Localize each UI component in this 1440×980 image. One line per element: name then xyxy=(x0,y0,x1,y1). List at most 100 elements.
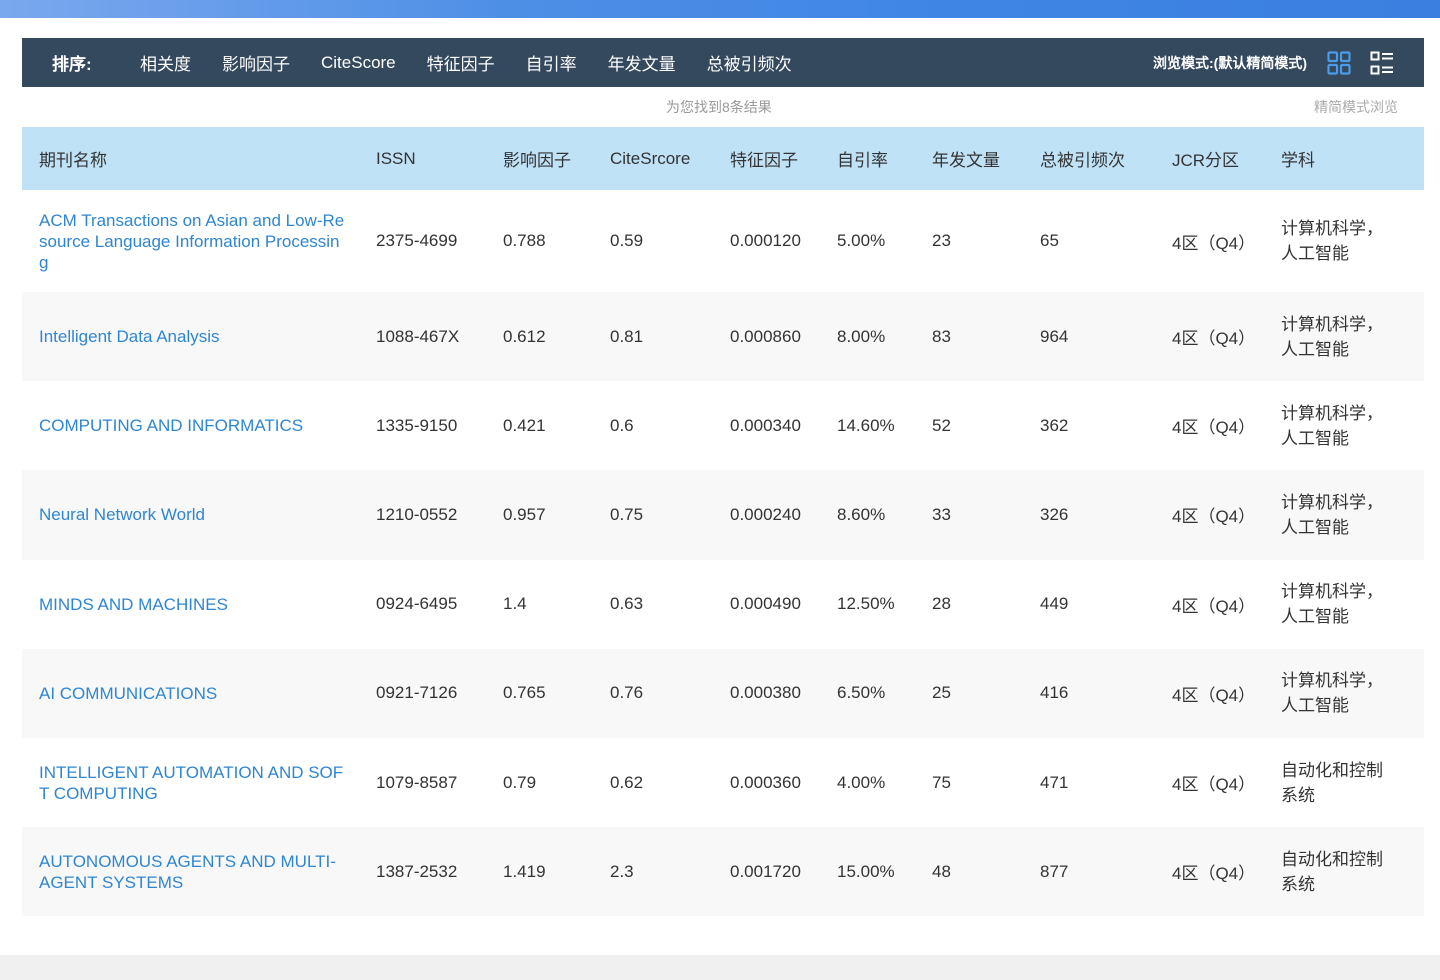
total-citations-cell: 449 xyxy=(1023,559,1155,649)
issn-cell: 1088-467X xyxy=(359,292,486,382)
impact-factor-cell: 0.79 xyxy=(486,737,593,828)
header-eigenfactor: 特征因子 xyxy=(713,127,820,190)
self-citation-cell: 12.50% xyxy=(820,559,915,649)
header-annual-articles: 年发文量 xyxy=(915,127,1023,190)
sort-label: 排序: xyxy=(52,55,92,74)
annual-articles-cell: 28 xyxy=(915,559,1023,649)
table-row: AI COMMUNICATIONS 0921-7126 0.765 0.76 0… xyxy=(22,648,1424,738)
table-row: Intelligent Data Analysis 1088-467X 0.61… xyxy=(22,292,1424,382)
table-row: ACM Transactions on Asian and Low-Resour… xyxy=(22,190,1424,292)
issn-cell: 2375-4699 xyxy=(359,190,486,292)
subject-cell: 计算机科学，人工智能 xyxy=(1264,470,1424,560)
jcr-quartile-cell: 4区（Q4） xyxy=(1155,292,1264,382)
header-citescore: CiteSrcore xyxy=(593,127,713,190)
journal-link[interactable]: AI COMMUNICATIONS xyxy=(39,683,359,704)
header-jcr-quartile: JCR分区 xyxy=(1155,127,1264,190)
eigenfactor-cell: 0.000340 xyxy=(713,381,820,471)
eigenfactor-cell: 0.000120 xyxy=(713,190,820,292)
header-total-citations: 总被引频次 xyxy=(1023,127,1155,190)
impact-factor-cell: 0.765 xyxy=(486,648,593,738)
issn-cell: 0921-7126 xyxy=(359,648,486,738)
journal-link[interactable]: Neural Network World xyxy=(39,504,359,525)
journal-table: 期刊名称 ISSN 影响因子 CiteSrcore 特征因子 自引率 年发文量 … xyxy=(22,127,1424,917)
table-row: AUTONOMOUS AGENTS AND MULTI-AGENT SYSTEM… xyxy=(22,827,1424,917)
annual-articles-cell: 83 xyxy=(915,292,1023,382)
impact-factor-cell: 1.419 xyxy=(486,827,593,917)
grid-view-icon[interactable] xyxy=(1327,50,1351,75)
subject-cell: 自动化和控制系统 xyxy=(1264,737,1424,828)
self-citation-cell: 8.60% xyxy=(820,470,915,560)
sort-option-self-citation[interactable]: 自引率 xyxy=(526,50,577,75)
subject-cell: 自动化和控制系统 xyxy=(1264,827,1424,917)
issn-cell: 1079-8587 xyxy=(359,737,486,828)
jcr-quartile-cell: 4区（Q4） xyxy=(1155,190,1264,292)
view-mode-controls: 浏览模式:(默认精简模式) xyxy=(1153,50,1424,75)
sort-option-citescore[interactable]: CiteScore xyxy=(321,53,396,73)
journal-link[interactable]: COMPUTING AND INFORMATICS xyxy=(39,415,359,436)
sort-toolbar: 排序: 相关度 影响因子 CiteScore 特征因子 自引率 年发文量 总被引… xyxy=(22,38,1424,87)
jcr-quartile-cell: 4区（Q4） xyxy=(1155,737,1264,828)
total-citations-cell: 326 xyxy=(1023,470,1155,560)
header-self-citation: 自引率 xyxy=(820,127,915,190)
issn-cell: 1210-0552 xyxy=(359,470,486,560)
subject-cell: 计算机科学，人工智能 xyxy=(1264,648,1424,738)
header-subject: 学科 xyxy=(1264,127,1424,190)
issn-cell: 0924-6495 xyxy=(359,559,486,649)
citescore-cell: 0.59 xyxy=(593,190,713,292)
subject-cell: 计算机科学，人工智能 xyxy=(1264,292,1424,382)
citescore-cell: 0.76 xyxy=(593,648,713,738)
subject-cell: 计算机科学，人工智能 xyxy=(1264,559,1424,649)
sort-option-total-citations[interactable]: 总被引频次 xyxy=(707,50,792,75)
sort-option-eigenfactor[interactable]: 特征因子 xyxy=(427,50,495,75)
header-journal-name: 期刊名称 xyxy=(22,127,359,190)
subject-cell: 计算机科学，人工智能 xyxy=(1264,381,1424,471)
self-citation-cell: 4.00% xyxy=(820,737,915,828)
citescore-cell: 0.81 xyxy=(593,292,713,382)
header-issn: ISSN xyxy=(359,127,486,190)
annual-articles-cell: 25 xyxy=(915,648,1023,738)
table-row: MINDS AND MACHINES 0924-6495 1.4 0.63 0.… xyxy=(22,559,1424,649)
top-banner xyxy=(0,0,1440,18)
total-citations-cell: 877 xyxy=(1023,827,1155,917)
journal-link[interactable]: ACM Transactions on Asian and Low-Resour… xyxy=(39,210,359,273)
journal-link[interactable]: MINDS AND MACHINES xyxy=(39,594,359,615)
jcr-quartile-cell: 4区（Q4） xyxy=(1155,648,1264,738)
footer-band xyxy=(0,955,1440,980)
table-header-row: 期刊名称 ISSN 影响因子 CiteSrcore 特征因子 自引率 年发文量 … xyxy=(22,127,1424,190)
total-citations-cell: 964 xyxy=(1023,292,1155,382)
sort-option-relevance[interactable]: 相关度 xyxy=(140,50,191,75)
citescore-cell: 2.3 xyxy=(593,827,713,917)
citescore-cell: 0.63 xyxy=(593,559,713,649)
impact-factor-cell: 0.612 xyxy=(486,292,593,382)
journal-link[interactable]: INTELLIGENT AUTOMATION AND SOFT COMPUTIN… xyxy=(39,762,359,804)
self-citation-cell: 8.00% xyxy=(820,292,915,382)
citescore-cell: 0.62 xyxy=(593,737,713,828)
journal-link[interactable]: Intelligent Data Analysis xyxy=(39,326,359,347)
simple-mode-link[interactable]: 精简模式浏览 xyxy=(1314,97,1398,117)
total-citations-cell: 416 xyxy=(1023,648,1155,738)
journal-link[interactable]: AUTONOMOUS AGENTS AND MULTI-AGENT SYSTEM… xyxy=(39,851,359,893)
annual-articles-cell: 23 xyxy=(915,190,1023,292)
citescore-cell: 0.75 xyxy=(593,470,713,560)
annual-articles-cell: 52 xyxy=(915,381,1023,471)
total-citations-cell: 471 xyxy=(1023,737,1155,828)
table-row: INTELLIGENT AUTOMATION AND SOFT COMPUTIN… xyxy=(22,737,1424,828)
table-row: Neural Network World 1210-0552 0.957 0.7… xyxy=(22,470,1424,560)
impact-factor-cell: 0.957 xyxy=(486,470,593,560)
list-view-icon[interactable] xyxy=(1370,51,1394,75)
sort-option-impact-factor[interactable]: 影响因子 xyxy=(222,50,290,75)
jcr-quartile-cell: 4区（Q4） xyxy=(1155,470,1264,560)
jcr-quartile-cell: 4区（Q4） xyxy=(1155,559,1264,649)
sort-option-annual-articles[interactable]: 年发文量 xyxy=(608,50,676,75)
eigenfactor-cell: 0.001720 xyxy=(713,827,820,917)
annual-articles-cell: 33 xyxy=(915,470,1023,560)
annual-articles-cell: 48 xyxy=(915,827,1023,917)
self-citation-cell: 6.50% xyxy=(820,648,915,738)
citescore-cell: 0.6 xyxy=(593,381,713,471)
self-citation-cell: 14.60% xyxy=(820,381,915,471)
total-citations-cell: 65 xyxy=(1023,190,1155,292)
result-summary: 为您找到8条结果 精简模式浏览 xyxy=(22,88,1424,126)
table-row: COMPUTING AND INFORMATICS 1335-9150 0.42… xyxy=(22,381,1424,471)
impact-factor-cell: 0.421 xyxy=(486,381,593,471)
eigenfactor-cell: 0.000490 xyxy=(713,559,820,649)
